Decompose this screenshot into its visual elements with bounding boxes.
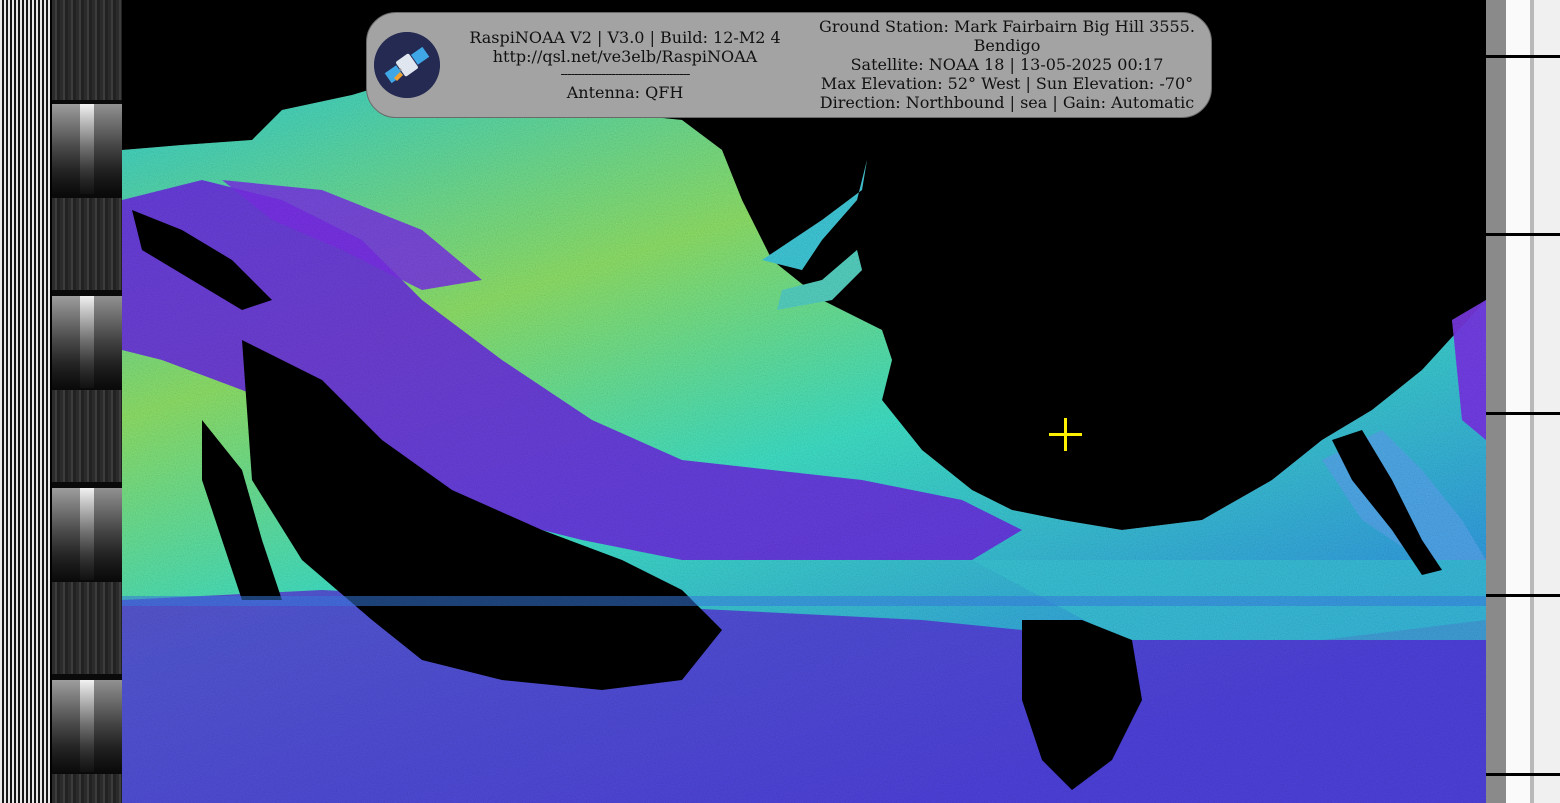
telemetry-frame-marker bbox=[1486, 233, 1560, 236]
software-info: RaspiNOAA V2 | V3.0 | Build: 12-M2 4 htt… bbox=[450, 28, 800, 102]
telemetry-noise bbox=[52, 582, 122, 674]
direction-info: Direction: Northbound | sea | Gain: Auto… bbox=[819, 93, 1195, 112]
telemetry-frame-marker bbox=[1486, 773, 1560, 776]
sync-strip-left bbox=[0, 0, 50, 803]
telemetry-noise bbox=[52, 774, 122, 803]
telemetry-noise bbox=[52, 390, 122, 482]
pass-details: Ground Station: Mark Fairbairn Big Hill … bbox=[800, 17, 1214, 112]
telemetry-wedge bbox=[52, 680, 122, 772]
software-url: http://qsl.net/ve3elb/RaspiNOAA bbox=[492, 47, 758, 66]
divider: -------------------------------------- bbox=[560, 67, 691, 82]
telemetry-strip-right bbox=[1486, 0, 1560, 803]
telemetry-noise bbox=[52, 0, 122, 100]
telemetry-frame-marker bbox=[1486, 594, 1560, 597]
ground-station-location: Bendigo bbox=[973, 36, 1041, 55]
software-version: RaspiNOAA V2 | V3.0 | Build: 12-M2 4 bbox=[469, 28, 781, 47]
telemetry-wedge bbox=[52, 104, 122, 194]
crosshair-icon bbox=[1049, 418, 1082, 451]
ground-station: Ground Station: Mark Fairbairn Big Hill … bbox=[819, 17, 1195, 36]
telemetry-noise bbox=[52, 198, 122, 290]
telemetry-strip-left bbox=[52, 0, 122, 803]
satellite-logo-icon bbox=[374, 32, 440, 98]
telemetry-frame-marker bbox=[1486, 412, 1560, 415]
telemetry-wedge bbox=[52, 488, 122, 580]
satellite-image bbox=[122, 0, 1486, 803]
elevation-info: Max Elevation: 52° West | Sun Elevation:… bbox=[820, 74, 1194, 93]
telemetry-wedge bbox=[52, 296, 122, 388]
telemetry-frame-marker bbox=[1486, 55, 1560, 58]
peninsula bbox=[762, 160, 867, 270]
antenna-type: Antenna: QFH bbox=[566, 83, 684, 102]
satellite-pass: Satellite: NOAA 18 | 13-05-2025 00:17 bbox=[850, 55, 1164, 74]
